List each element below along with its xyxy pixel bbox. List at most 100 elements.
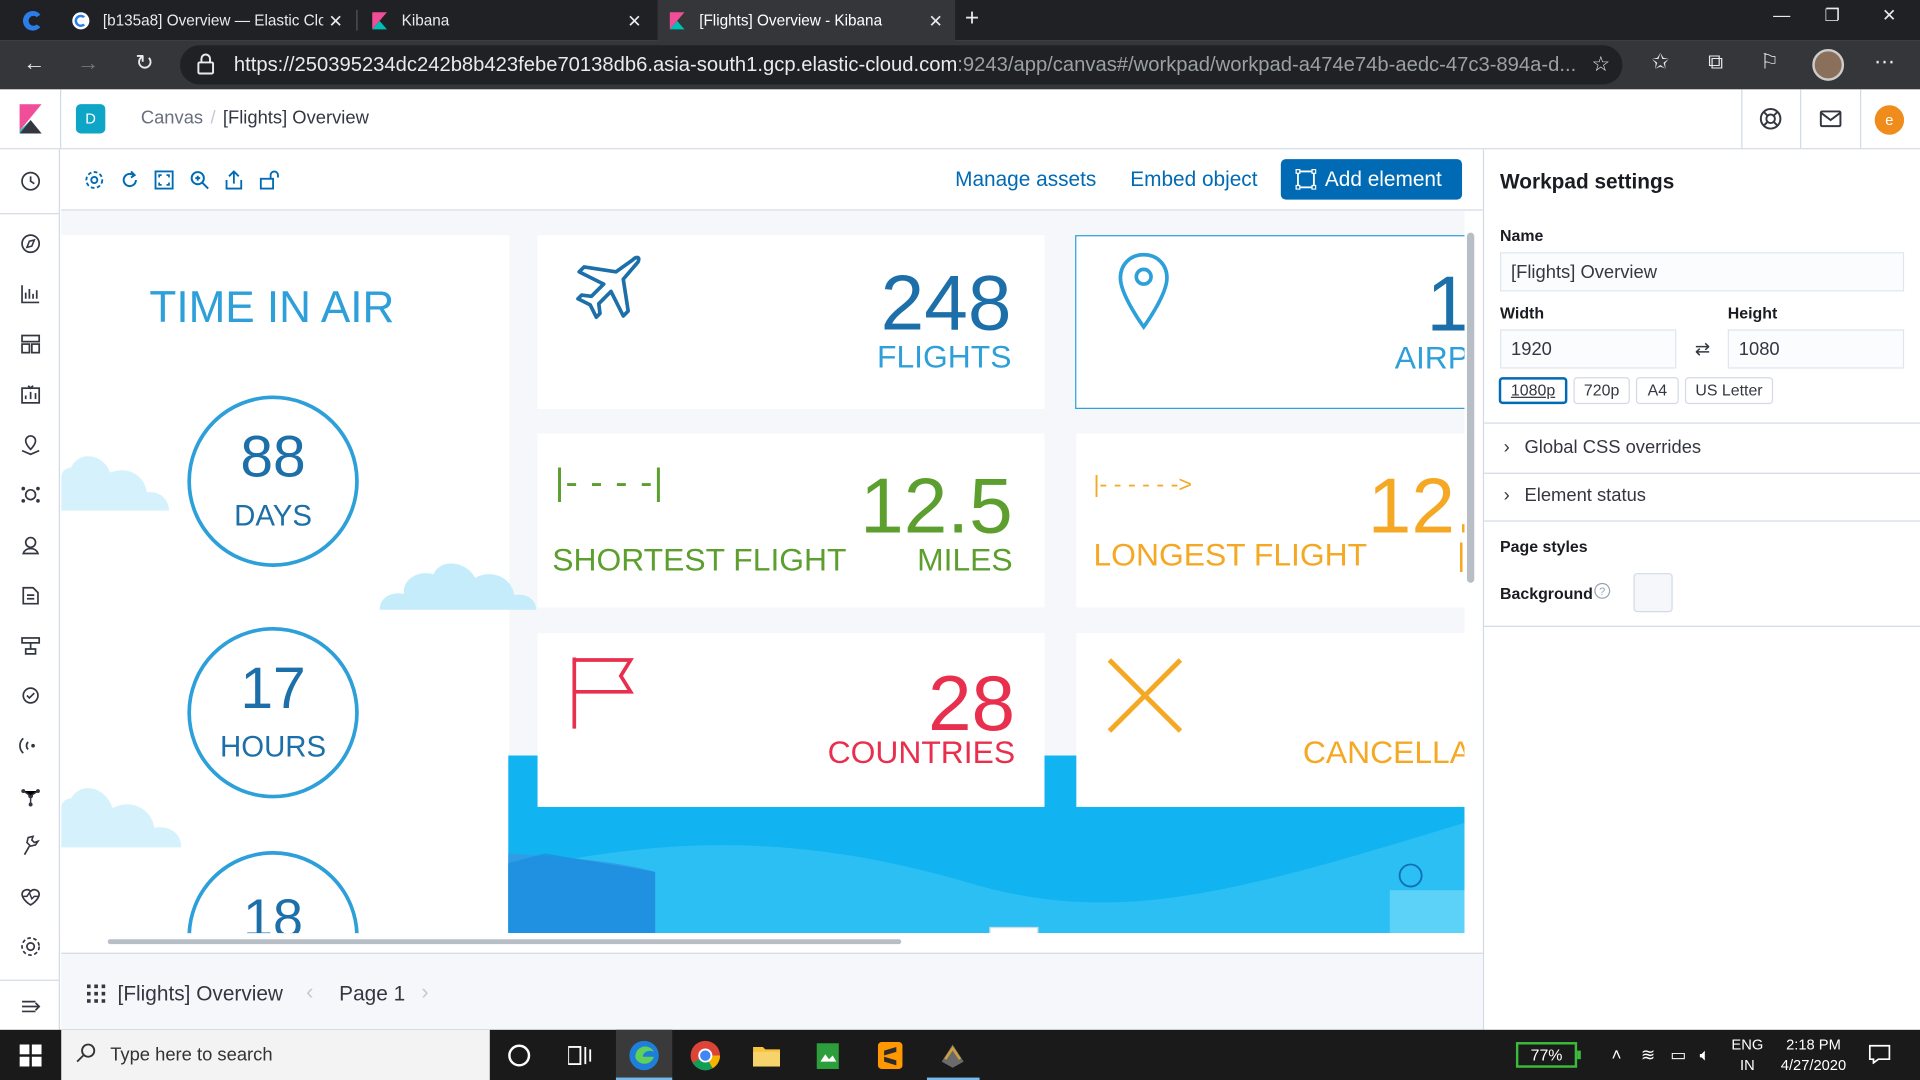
stack-app-icon[interactable] [934, 1037, 971, 1074]
taskbar-search-field[interactable]: Type here to search [61, 1029, 490, 1080]
battery-tray-icon[interactable]: ▭ [1670, 1044, 1686, 1065]
more-menu-icon[interactable]: ⋯ [1870, 50, 1899, 74]
preset-a4-button[interactable]: A4 [1635, 377, 1679, 405]
browser-menu-icon[interactable] [22, 10, 44, 32]
longest-flight-card[interactable]: |- - - - - -> LONGEST FLIGHT 12. | [1076, 433, 1465, 608]
workpad-stage[interactable]: TIME IN AIR 88 DAYS 17 HOURS 18 248 FLIG… [61, 210, 1465, 934]
page-grid-icon[interactable] [86, 984, 106, 1003]
unlock-icon[interactable] [258, 169, 280, 191]
back-icon[interactable]: ← [20, 50, 49, 76]
management-gear-icon[interactable] [18, 934, 42, 958]
machine-learning-icon[interactable] [18, 482, 42, 506]
cortana-circle-icon[interactable] [508, 1044, 531, 1067]
width-field[interactable]: 1920 [1500, 329, 1677, 369]
preset-720p-button[interactable]: 720p [1573, 377, 1630, 405]
footer-workpad-name[interactable]: [Flights] Overview [118, 982, 283, 1006]
background-color-swatch[interactable] [1633, 573, 1673, 613]
volume-icon[interactable]: 🔈︎ [1700, 1044, 1710, 1065]
maximize-icon[interactable]: ❐ [1825, 5, 1840, 26]
url-field[interactable]: https://250395234dc242b8b423febe70138db6… [180, 45, 1623, 85]
refresh-data-icon[interactable] [119, 169, 141, 191]
apm-icon[interactable] [18, 683, 42, 707]
workpad-name-field[interactable]: [Flights] Overview [1500, 252, 1905, 292]
countries-card[interactable]: 28 COUNTRIES [537, 633, 1045, 807]
windows-start-icon[interactable] [19, 1044, 42, 1067]
favorites-icon[interactable]: ✩ [1646, 50, 1675, 74]
preset-1080p-button[interactable]: 1080p [1498, 377, 1568, 405]
swap-dimensions-icon[interactable]: ⇄ [1695, 338, 1710, 360]
next-page-icon[interactable]: › [421, 980, 428, 1006]
airports-card[interactable]: 1 AIRP [1075, 235, 1465, 409]
add-element-button[interactable]: Add element [1280, 159, 1463, 200]
favorite-star-icon[interactable]: ☆ [1592, 53, 1611, 77]
height-field[interactable]: 1080 [1727, 329, 1905, 369]
dev-tools-icon[interactable] [18, 834, 42, 858]
share-export-icon[interactable] [223, 169, 245, 191]
newsfeed-mail-icon[interactable] [1818, 107, 1842, 131]
tray-chevron-icon[interactable]: ˄ [1611, 1044, 1621, 1064]
graph-icon[interactable] [18, 784, 42, 808]
refresh-icon[interactable]: ↻ [130, 50, 159, 76]
fullscreen-icon[interactable] [153, 169, 175, 191]
battery-indicator[interactable]: 77% [1515, 1042, 1578, 1068]
feedback-icon[interactable]: ⚐ [1755, 50, 1784, 74]
recent-clock-icon[interactable] [18, 169, 42, 193]
flights-card[interactable]: 248 FLIGHTS [537, 235, 1045, 409]
minimize-icon[interactable]: — [1773, 5, 1790, 25]
settings-gear-icon[interactable] [83, 169, 105, 191]
cancellations-card[interactable]: CANCELLA [1076, 633, 1465, 807]
siem-icon[interactable] [18, 533, 42, 557]
user-avatar[interactable]: e [1874, 105, 1905, 135]
visualize-chart-icon[interactable] [18, 282, 42, 306]
vertical-scrollbar[interactable] [1466, 232, 1475, 583]
chrome-icon[interactable] [687, 1037, 724, 1074]
global-css-accordion[interactable]: › Global CSS overrides [1504, 437, 1701, 458]
monitoring-icon[interactable] [18, 884, 42, 908]
add-element-label: Add element [1324, 167, 1442, 191]
notifications-icon[interactable] [1868, 1044, 1891, 1065]
horizontal-scrollbar[interactable] [107, 939, 902, 945]
uptime-icon[interactable] [18, 733, 42, 757]
infrastructure-icon[interactable] [18, 633, 42, 657]
collections-icon[interactable]: ⧉ [1701, 50, 1730, 74]
zoom-icon[interactable] [189, 169, 211, 191]
sublime-text-icon[interactable] [872, 1037, 909, 1074]
clock[interactable]: 2:18 PM 4/27/2020 [1776, 1035, 1852, 1077]
help-icon[interactable] [1758, 107, 1782, 131]
page-toggle-chevron-icon[interactable]: ⌄ [989, 926, 1039, 934]
edge-icon[interactable] [626, 1037, 663, 1074]
forward-icon[interactable]: → [73, 50, 102, 76]
discover-compass-icon[interactable] [18, 231, 42, 255]
preset-us-letter-button[interactable]: US Letter [1684, 377, 1774, 405]
element-status-accordion[interactable]: › Element status [1504, 485, 1646, 506]
embed-object-link[interactable]: Embed object [1130, 168, 1257, 192]
language-indicator[interactable]: ENG IN [1729, 1035, 1766, 1077]
info-icon[interactable]: ? [1594, 582, 1611, 599]
tab-kibana[interactable]: Kibana ✕ [360, 0, 654, 40]
close-window-icon[interactable]: ✕ [1882, 5, 1896, 26]
close-tab-icon[interactable]: ✕ [328, 11, 342, 32]
canvas-icon[interactable] [18, 382, 42, 406]
tab-flights-overview[interactable]: [Flights] Overview - Kibana ✕ [657, 0, 956, 41]
profile-avatar[interactable] [1812, 48, 1845, 81]
logs-icon[interactable] [18, 583, 42, 607]
close-tab-icon[interactable]: ✕ [627, 11, 641, 32]
shortest-flight-unit: MILES [917, 541, 1013, 578]
tab-elastic-cloud[interactable]: [b135a8] Overview — Elastic Clo ✕ [61, 0, 355, 40]
image-app-icon[interactable] [809, 1037, 846, 1074]
new-tab-icon[interactable]: + [965, 5, 979, 33]
kibana-logo-icon[interactable] [17, 104, 44, 134]
file-explorer-icon[interactable] [748, 1037, 785, 1074]
manage-assets-link[interactable]: Manage assets [955, 168, 1096, 192]
breadcrumb-canvas[interactable]: Canvas [141, 108, 203, 129]
dashboard-icon[interactable] [18, 332, 42, 356]
shortest-flight-card[interactable]: |- - - -| SHORTEST FLIGHT 12.5 MILES [537, 433, 1045, 608]
maps-icon[interactable] [18, 432, 42, 456]
close-tab-icon[interactable]: ✕ [928, 11, 942, 32]
space-selector[interactable]: D [75, 104, 106, 134]
header-divider [60, 89, 62, 149]
collapse-nav-icon[interactable] [18, 994, 42, 1018]
prev-page-icon[interactable]: ‹ [306, 980, 313, 1006]
wifi-icon[interactable]: ≋ [1641, 1044, 1655, 1065]
task-view-icon[interactable] [567, 1044, 592, 1066]
